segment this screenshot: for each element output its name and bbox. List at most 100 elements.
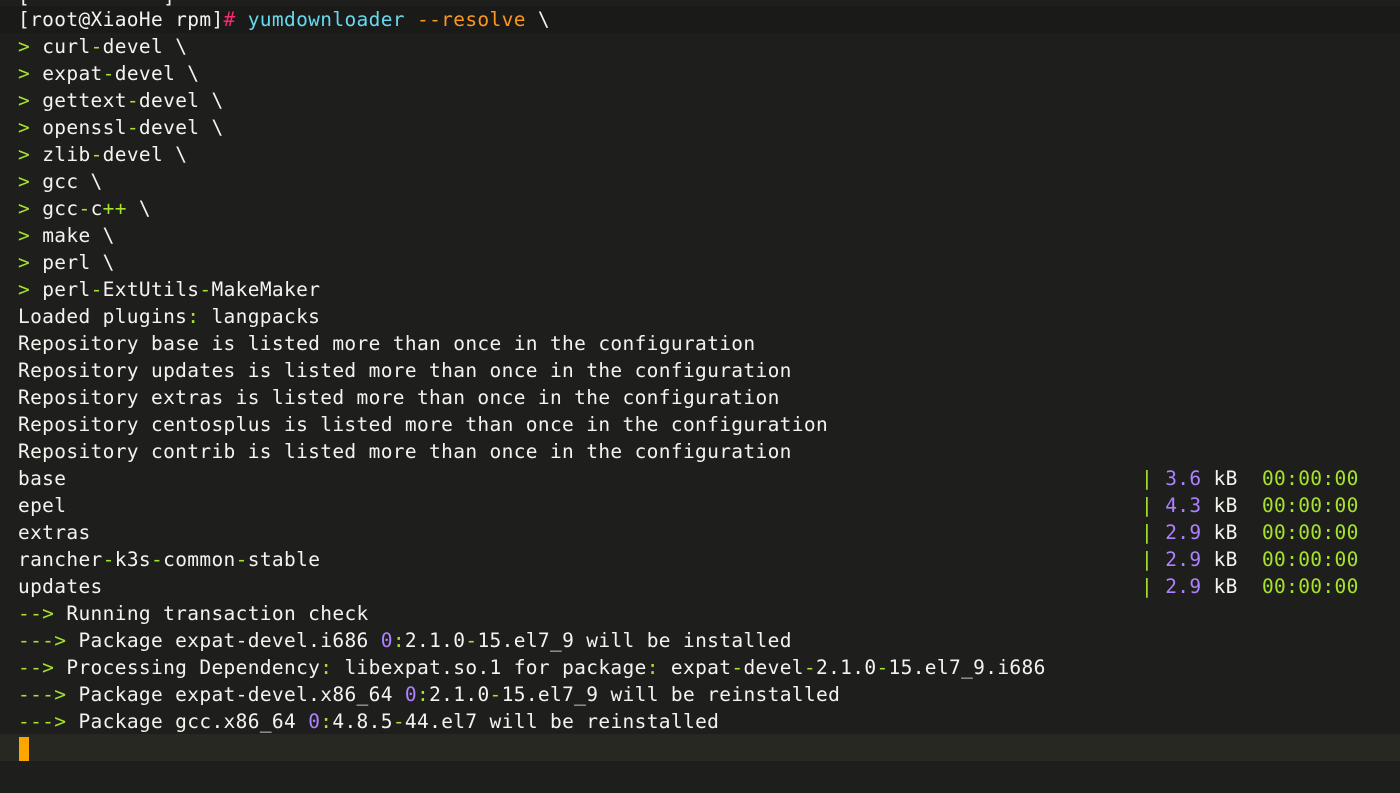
- download-unit: kB: [1213, 548, 1238, 571]
- package-punct: -: [90, 35, 103, 58]
- repository-warning-line: Repository extras is listed more than on…: [18, 384, 780, 411]
- version-text: 15.el7_9 will be reinstalled: [501, 683, 841, 706]
- continuation-prompt: >: [18, 62, 31, 85]
- repo-name-part: epel: [18, 494, 67, 517]
- repo-name-part: updates: [18, 575, 103, 598]
- command-option: --resolve: [416, 8, 526, 31]
- dependency-package: 2.1.0: [815, 656, 877, 679]
- text-cursor: [19, 737, 29, 761]
- version-text: 2.1.0: [404, 629, 466, 652]
- repo-name-part: stable: [247, 548, 321, 571]
- package-name-part: perl: [42, 251, 91, 274]
- repository-download-stats: | 2.9 kB 00:00:00: [1141, 519, 1359, 546]
- repo-name-part: extras: [18, 521, 91, 544]
- epoch-colon: :: [320, 710, 333, 733]
- prompt-user-host-dir: [root@XiaoHe rpm]: [18, 8, 224, 31]
- active-line-highlight: [0, 734, 1400, 761]
- line-continuation: \: [199, 89, 224, 112]
- stats-separator: |: [1141, 575, 1154, 598]
- download-unit: kB: [1213, 494, 1238, 517]
- repository-download-stats: | 2.9 kB 00:00:00: [1141, 573, 1359, 600]
- transaction-text: Processing Dependency: [54, 656, 321, 679]
- dependency-colon: :: [646, 656, 659, 679]
- dependency-package: expat: [658, 656, 732, 679]
- package-line: > gettext-devel \: [18, 87, 224, 114]
- loaded-plugins-label: Loaded plugins: [18, 305, 188, 328]
- version-text: 15.el7_9 will be installed: [477, 629, 792, 652]
- package-line: > gcc \: [18, 168, 103, 195]
- command-prompt-line: [root@XiaoHe rpm]# yumdownloader --resol…: [18, 6, 550, 33]
- line-continuation: \: [78, 170, 103, 193]
- package-name-part: devel: [138, 116, 200, 139]
- package-name-part: devel: [102, 35, 164, 58]
- download-size: 3.6: [1165, 467, 1202, 490]
- repository-warning-text: Repository updates is listed more than o…: [18, 359, 792, 382]
- package-punct: -: [102, 62, 115, 85]
- dependency-package: devel: [743, 656, 804, 679]
- transaction-arrow: --->: [18, 683, 67, 706]
- download-size: 2.9: [1165, 521, 1202, 544]
- repository-warning-line: Repository updates is listed more than o…: [18, 357, 792, 384]
- transaction-line: ---> Package expat-devel.x86_64 0:2.1.0-…: [18, 681, 840, 708]
- package-punct: -: [126, 89, 139, 112]
- repo-name-part: base: [18, 467, 67, 490]
- repo-name-punct: -: [102, 548, 115, 571]
- repository-warning-text: Repository centosplus is listed more tha…: [18, 413, 829, 436]
- package-punct: -: [90, 278, 103, 301]
- line-continuation: \: [163, 143, 188, 166]
- repo-name-part: k3s: [114, 548, 152, 571]
- transaction-arrow: -->: [18, 602, 55, 625]
- version-text: 44.el7 will be reinstalled: [404, 710, 720, 733]
- package-name-part: expat: [42, 62, 103, 85]
- package-name-part: c: [90, 197, 103, 220]
- line-continuation: \: [126, 197, 152, 220]
- transaction-text: Package gcc.x86_64: [66, 710, 309, 733]
- transaction-arrow: --->: [18, 710, 67, 733]
- package-line: > expat-devel \: [18, 60, 199, 87]
- repo-name-part: rancher: [18, 548, 103, 571]
- package-line: > perl \: [18, 249, 115, 276]
- package-name-part: curl: [42, 35, 91, 58]
- line-continuation: \: [175, 62, 200, 85]
- continuation-prompt: >: [18, 251, 31, 274]
- repo-name-part: common: [163, 548, 236, 571]
- repository-name-line: base: [18, 465, 66, 492]
- loaded-plugins-value: langpacks: [199, 305, 321, 328]
- download-time: 00:00:00: [1261, 467, 1359, 490]
- download-time: 00:00:00: [1261, 548, 1359, 571]
- package-punct: -: [199, 278, 212, 301]
- version-punct: -: [489, 683, 502, 706]
- version-text: 2.1.0: [429, 683, 490, 706]
- package-name-part: make: [42, 224, 91, 247]
- package-punct: -: [126, 116, 139, 139]
- continuation-prompt: >: [18, 170, 31, 193]
- download-time: 00:00:00: [1261, 521, 1359, 544]
- stats-separator: |: [1141, 521, 1154, 544]
- repository-download-stats: | 4.3 kB 00:00:00: [1141, 492, 1359, 519]
- download-time: 00:00:00: [1261, 575, 1359, 598]
- package-name-part: ExtUtils: [102, 278, 200, 301]
- repository-warning-line: Repository centosplus is listed more tha…: [18, 411, 828, 438]
- package-epoch: 0: [404, 683, 417, 706]
- transaction-text: Running transaction check: [54, 602, 369, 625]
- repository-warning-line: Repository base is listed more than once…: [18, 330, 756, 357]
- version-punct: -: [803, 656, 816, 679]
- package-line: > gcc-c++ \: [18, 195, 151, 222]
- stats-separator: |: [1141, 467, 1154, 490]
- continuation-prompt: >: [18, 197, 31, 220]
- download-unit: kB: [1213, 467, 1238, 490]
- transaction-line: ---> Package gcc.x86_64 0:4.8.5-44.el7 w…: [18, 708, 719, 735]
- continuation-prompt: >: [18, 89, 31, 112]
- dependency-package: 15.el7_9.i686: [888, 656, 1046, 679]
- package-epoch: 0: [380, 629, 393, 652]
- version-punct: -: [465, 629, 478, 652]
- repo-name-punct: -: [235, 548, 248, 571]
- transaction-text: Package expat-devel.i686: [66, 629, 381, 652]
- package-line: > zlib-devel \: [18, 141, 187, 168]
- loaded-plugins-line: Loaded plugins: langpacks: [18, 303, 320, 330]
- repository-warning-line: Repository contrib is listed more than o…: [18, 438, 792, 465]
- terminal-window[interactable]: [ ] [root@XiaoHe rpm]# yumdownloader --r…: [0, 0, 1400, 793]
- version-text: 4.8.5: [332, 710, 393, 733]
- continuation-prompt: >: [18, 143, 31, 166]
- version-punct: -: [876, 656, 889, 679]
